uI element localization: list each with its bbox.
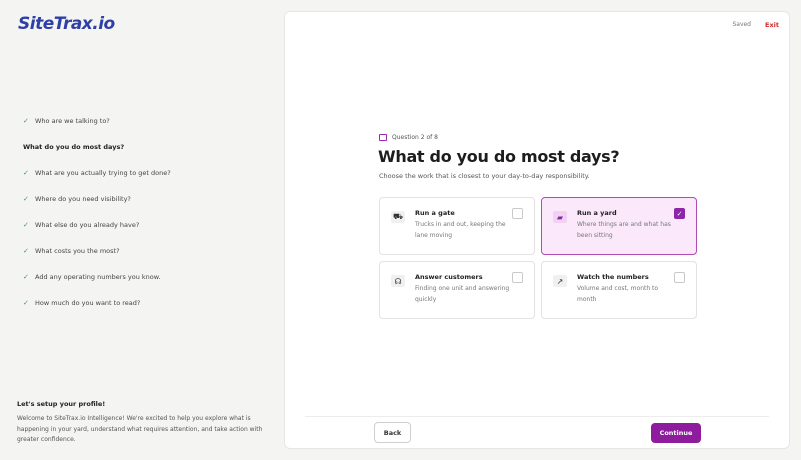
logo: SiteTrax.io bbox=[18, 14, 115, 34]
option-title: Run a yard bbox=[577, 209, 617, 217]
step-label: Who are we talking to? bbox=[35, 117, 110, 125]
option-description: Volume and cost, month to month bbox=[577, 285, 659, 303]
truck-icon: ⛟ bbox=[391, 211, 405, 223]
option-card-run-a-yard[interactable]: ▰ Run a yard Where things are and what h… bbox=[541, 197, 697, 255]
option-title: Answer customers bbox=[415, 273, 483, 281]
step-label: Add any operating numbers you know. bbox=[35, 273, 161, 281]
check-icon: ✓ bbox=[23, 247, 29, 255]
step-item-current[interactable]: What do you do most days? bbox=[23, 134, 273, 160]
option-card-answer-customers[interactable]: ☊ Answer customers Finding one unit and … bbox=[379, 261, 535, 319]
option-description: Finding one unit and answering quickly bbox=[415, 285, 510, 303]
step-label: How much do you want to read? bbox=[35, 299, 141, 307]
step-item[interactable]: ✓ How much do you want to read? bbox=[23, 290, 273, 316]
step-label: What else do you already have? bbox=[35, 221, 140, 229]
step-label: Where do you need visibility? bbox=[35, 195, 131, 203]
exit-link[interactable]: Exit bbox=[765, 21, 779, 29]
option-checkbox[interactable] bbox=[674, 272, 685, 283]
question-counter-text: Question 2 of 8 bbox=[392, 134, 438, 141]
option-card-watch-the-numbers[interactable]: ↗ Watch the numbers Volume and cost, mon… bbox=[541, 261, 697, 319]
option-title: Watch the numbers bbox=[577, 273, 649, 281]
continue-button[interactable]: Continue bbox=[651, 423, 701, 443]
step-list: ✓ Who are we talking to? What do you do … bbox=[23, 108, 273, 316]
step-item[interactable]: ✓ What else do you already have? bbox=[23, 212, 273, 238]
yard-icon: ▰ bbox=[553, 211, 567, 223]
option-checkbox[interactable] bbox=[512, 208, 523, 219]
saved-status: Saved bbox=[732, 21, 751, 28]
question-title: What do you do most days? bbox=[378, 147, 620, 166]
headset-icon: ☊ bbox=[391, 275, 405, 287]
option-title: Run a gate bbox=[415, 209, 455, 217]
question-subtitle: Choose the work that is closest to your … bbox=[379, 172, 590, 180]
check-icon: ✓ bbox=[23, 195, 29, 203]
step-item[interactable]: ✓ Where do you need visibility? bbox=[23, 186, 273, 212]
check-icon: ✓ bbox=[23, 117, 29, 125]
step-label: What are you actually trying to get done… bbox=[35, 169, 171, 177]
clipboard-icon bbox=[379, 134, 387, 141]
step-item[interactable]: ✓ What are you actually trying to get do… bbox=[23, 160, 273, 186]
step-label: What do you do most days? bbox=[23, 143, 125, 151]
check-icon: ✓ bbox=[23, 299, 29, 307]
step-item[interactable]: ✓ What costs you the most? bbox=[23, 238, 273, 264]
question-panel: Saved Exit Question 2 of 8 What do you d… bbox=[284, 11, 790, 449]
step-item[interactable]: ✓ Add any operating numbers you know. bbox=[23, 264, 273, 290]
footer-divider bbox=[305, 416, 769, 417]
profile-text: Welcome to SiteTrax.io Intelligence! We'… bbox=[17, 415, 263, 443]
check-icon: ✓ bbox=[23, 221, 29, 229]
check-icon: ✓ bbox=[23, 169, 29, 177]
option-checkbox[interactable] bbox=[512, 272, 523, 283]
profile-title: Let's setup your profile! bbox=[17, 400, 106, 408]
option-description: Where things are and what has been sitti… bbox=[577, 221, 671, 239]
check-icon: ✓ bbox=[23, 273, 29, 281]
chart-icon: ↗ bbox=[553, 275, 567, 287]
step-item[interactable]: ✓ Who are we talking to? bbox=[23, 108, 273, 134]
option-card-run-a-gate[interactable]: ⛟ Run a gate Trucks in and out, keeping … bbox=[379, 197, 535, 255]
profile-intro: Let's setup your profile! Welcome to Sit… bbox=[17, 400, 267, 446]
option-checkbox-checked[interactable]: ✓ bbox=[674, 208, 685, 219]
step-label: What costs you the most? bbox=[35, 247, 120, 255]
back-button[interactable]: Back bbox=[374, 422, 411, 443]
option-description: Trucks in and out, keeping the lane movi… bbox=[415, 221, 506, 239]
question-counter: Question 2 of 8 bbox=[379, 134, 438, 141]
